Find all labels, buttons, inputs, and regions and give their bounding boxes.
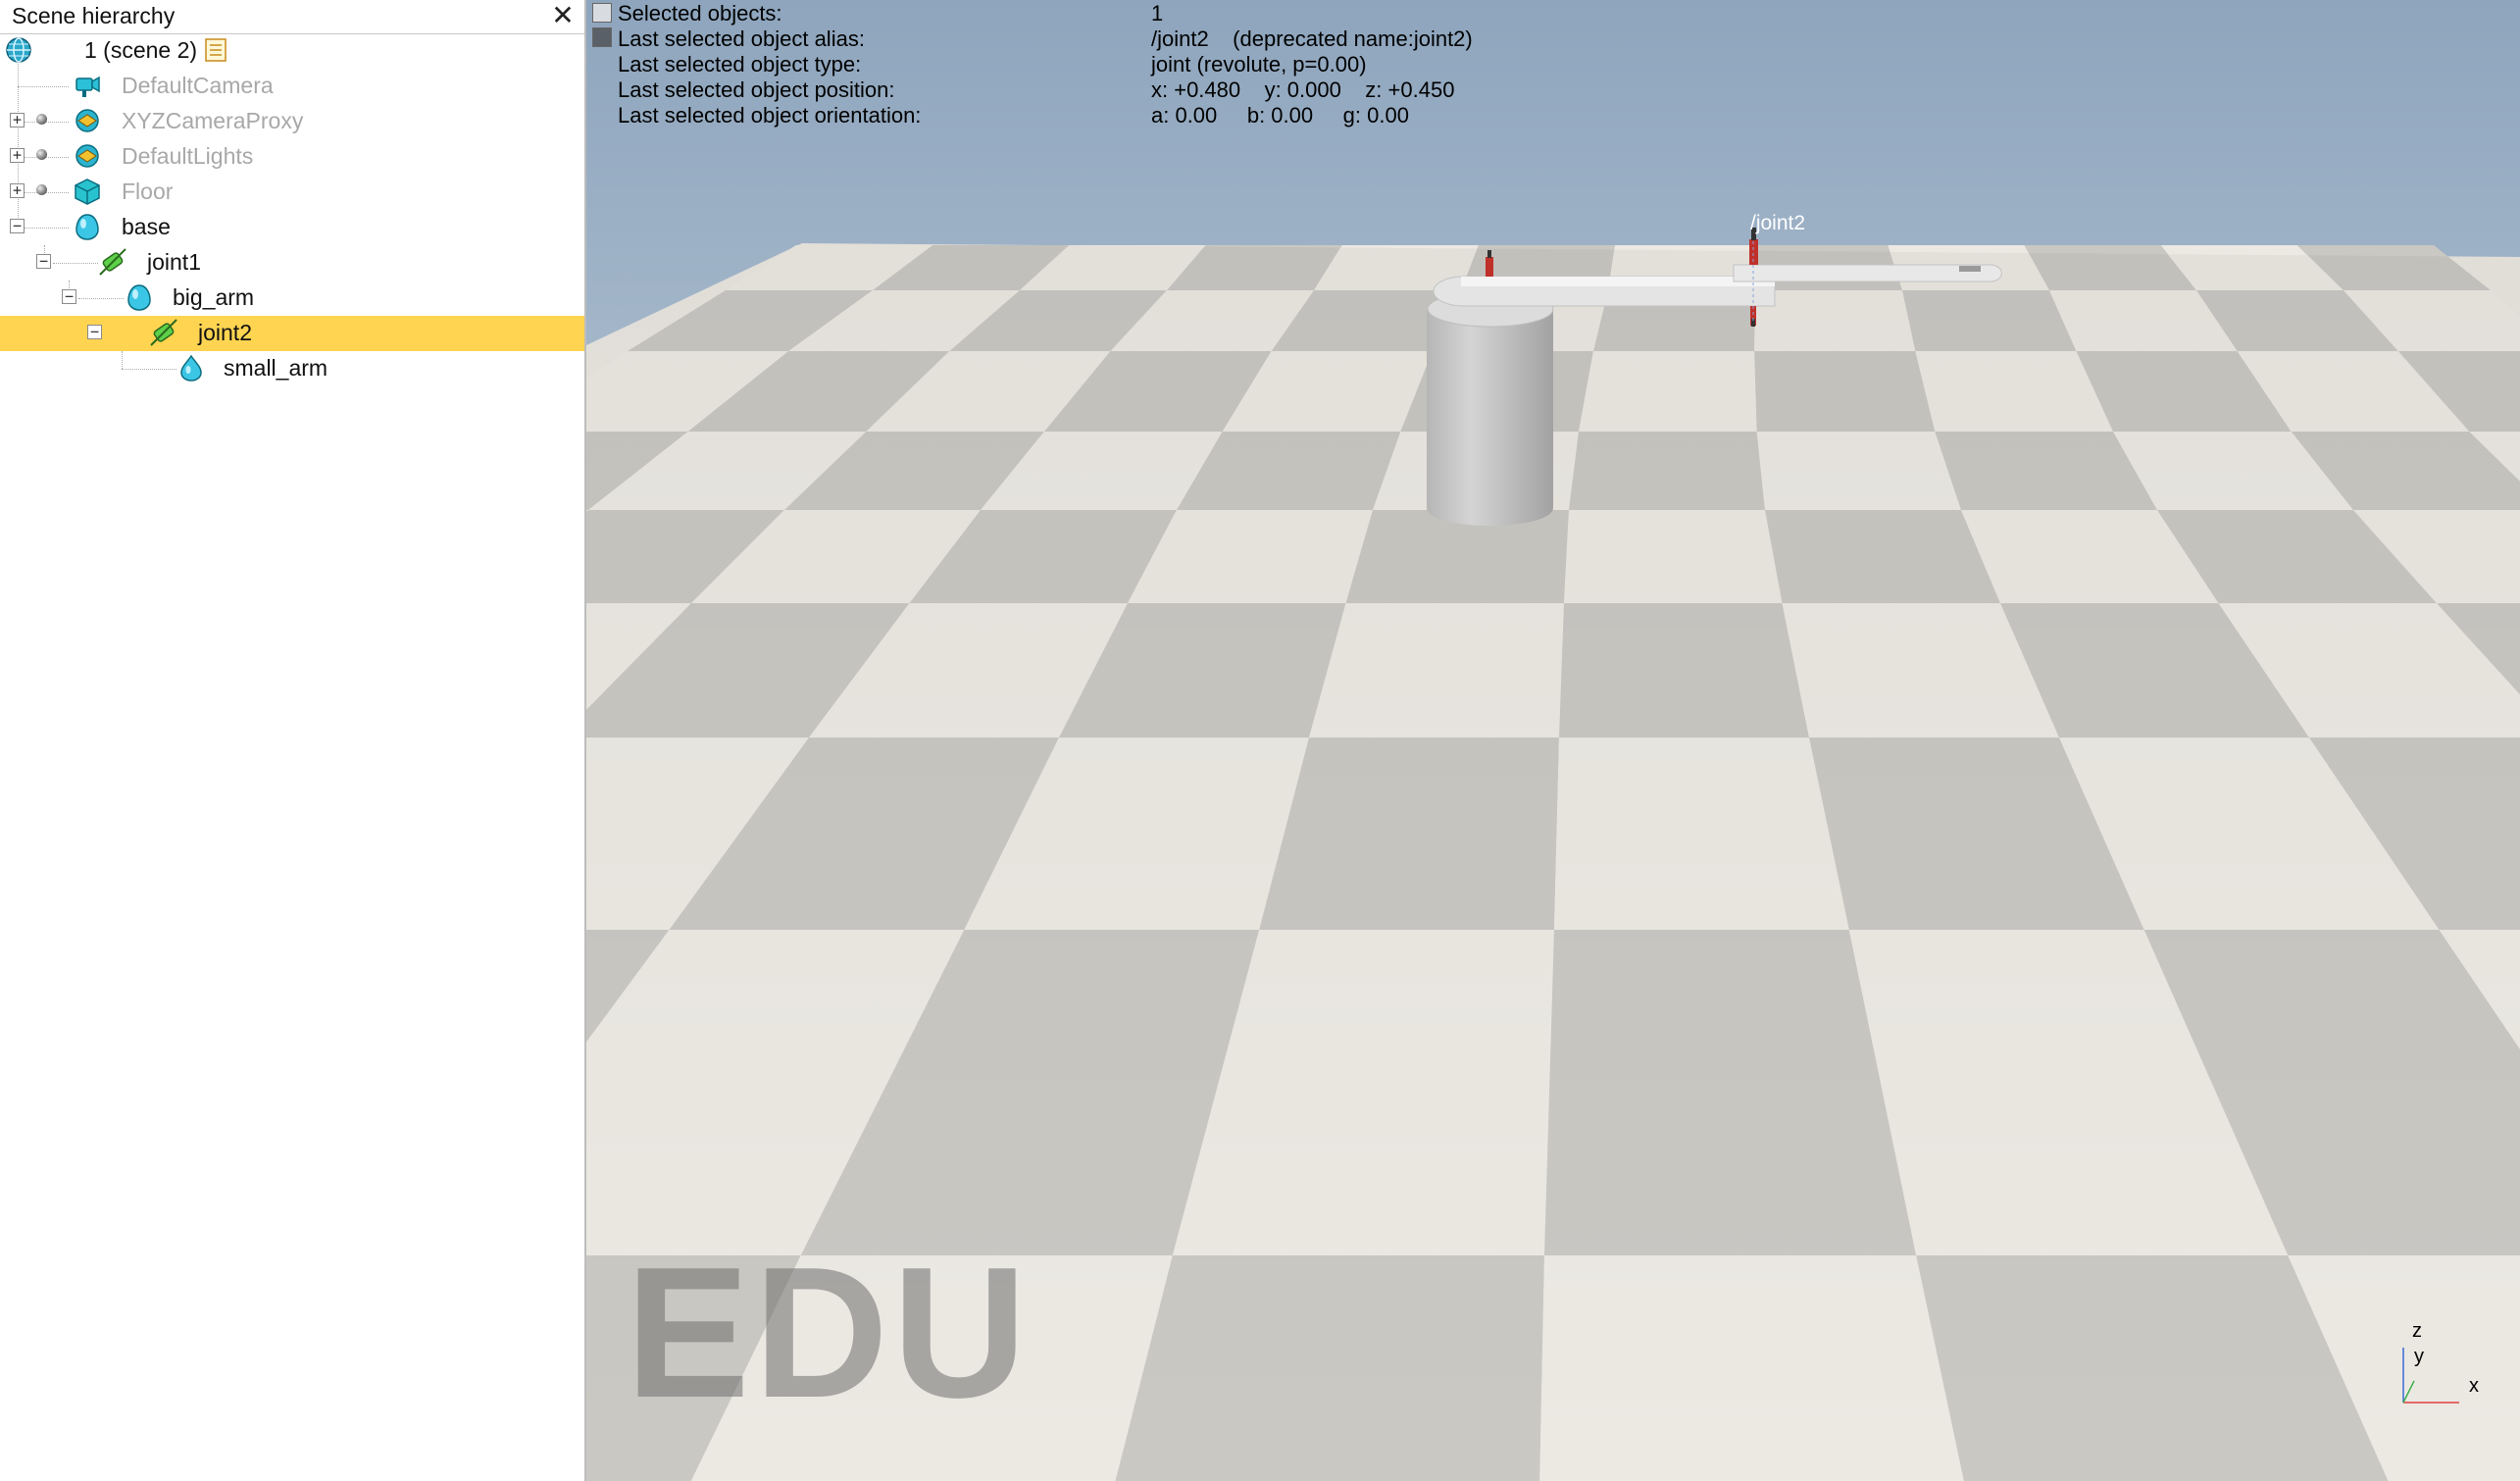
dummy-icon <box>76 144 99 168</box>
info-value: 1 <box>1151 1 1164 26</box>
tree-item-base[interactable]: − base <box>0 210 584 245</box>
edu-watermark: EDU <box>626 1229 1032 1437</box>
info-key: Last selected object position: <box>618 77 895 102</box>
cube-icon <box>75 179 100 205</box>
joint1-marker[interactable] <box>1486 257 1493 277</box>
info-value: /joint2 (deprecated name:joint2) <box>1151 26 1473 51</box>
collapse-toggle[interactable]: − <box>62 289 76 304</box>
tree-item-joint2[interactable]: − joint2 <box>0 316 584 351</box>
tree-item-defaultlights[interactable]: + DefaultLights <box>0 139 584 175</box>
camera-icon <box>76 76 100 97</box>
collapse-toggle[interactable]: − <box>87 325 102 339</box>
viewport-toolbar-button[interactable] <box>592 27 612 47</box>
tree-item-small-arm[interactable]: small_arm <box>0 351 584 386</box>
info-value: joint (revolute, p=0.00) <box>1151 52 1367 77</box>
viewport-toolbar-button[interactable] <box>592 3 612 23</box>
info-key: Last selected object type: <box>618 52 862 77</box>
tree-item-label: DefaultLights <box>122 143 254 169</box>
visibility-dot-icon <box>36 149 47 160</box>
x-axis-label: x <box>2469 1375 2479 1397</box>
expand-toggle[interactable]: + <box>10 113 25 128</box>
scene-globe-icon <box>6 37 31 63</box>
tree-item-label: small_arm <box>224 355 328 381</box>
info-value: x: +0.480 y: 0.000 z: +0.450 <box>1151 77 1455 102</box>
shape-icon <box>180 354 202 382</box>
tree-item-floor[interactable]: + Floor <box>0 175 584 210</box>
info-key: Selected objects: <box>618 1 782 26</box>
tree-item-label: Floor <box>122 179 174 204</box>
z-axis-label: z <box>2412 1320 2422 1342</box>
y-axis-label: y <box>2414 1346 2424 1367</box>
tree-item-scene[interactable]: 1 (scene 2) <box>0 33 584 69</box>
info-key: Last selected object orientation: <box>618 103 922 128</box>
tree-item-label: joint2 <box>198 320 252 345</box>
joint-icon <box>99 248 126 276</box>
tree-item-label: 1 (scene 2) <box>84 37 198 63</box>
tree-item-label: XYZCameraProxy <box>122 108 304 133</box>
tree-item-joint1[interactable]: − joint1 <box>0 245 584 281</box>
joint2-label: /joint2 <box>1750 212 1806 234</box>
tree-item-label: base <box>122 214 171 239</box>
shape-icon <box>127 284 151 311</box>
expand-toggle[interactable]: + <box>10 148 25 163</box>
tree-item-xyzcameraproxy[interactable]: + XYZCameraProxy <box>0 104 584 139</box>
big-arm-top <box>1461 277 1775 286</box>
collapse-toggle[interactable]: − <box>10 219 25 233</box>
tree-item-big-arm[interactable]: − big_arm <box>0 281 584 316</box>
close-icon[interactable]: ✕ <box>547 0 579 31</box>
scene-script-icon[interactable] <box>202 36 229 64</box>
info-value: a: 0.00 b: 0.00 g: 0.00 <box>1151 103 1409 128</box>
base-cylinder[interactable] <box>1427 309 1553 527</box>
expand-toggle[interactable]: + <box>10 183 25 198</box>
joint-icon <box>150 319 177 346</box>
dummy-icon <box>76 109 99 132</box>
joint1-axis <box>1487 250 1491 258</box>
tree-item-label: DefaultCamera <box>122 73 274 98</box>
panel-title: Scene hierarchy <box>12 3 176 28</box>
shape-icon <box>76 214 99 240</box>
collapse-toggle[interactable]: − <box>36 254 51 269</box>
info-key: Last selected object alias: <box>618 26 865 51</box>
tree-item-label: big_arm <box>173 284 255 310</box>
visibility-dot-icon <box>36 114 47 125</box>
tree-item-label: joint1 <box>147 249 201 275</box>
visibility-dot-icon <box>36 184 47 195</box>
tree-item-defaultcamera[interactable]: DefaultCamera <box>0 69 584 104</box>
scene-hierarchy-panel: Scene hierarchy ✕ 1 (scene 2) DefaultCam… <box>0 0 586 1481</box>
panel-header: Scene hierarchy ✕ <box>0 0 584 34</box>
small-arm-end <box>1959 266 1981 272</box>
